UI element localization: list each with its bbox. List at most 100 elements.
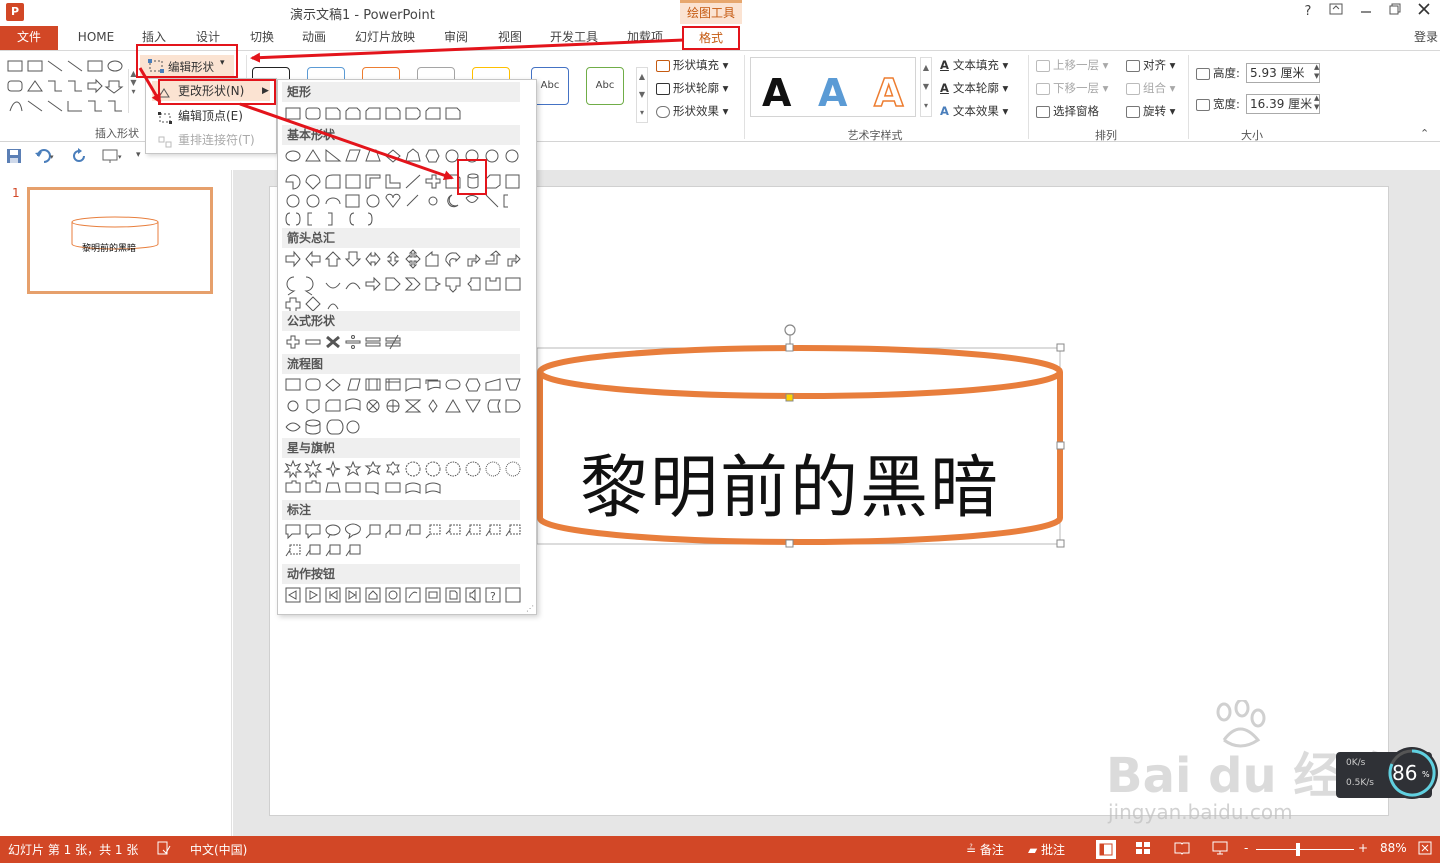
svg-text:?: ? xyxy=(490,590,496,603)
notes-label: 备注 xyxy=(979,843,1004,857)
upload-speed: 0K/s xyxy=(1346,758,1366,768)
shape-styles-more-icon[interactable]: ▲ ▼ ▾ xyxy=(636,67,648,123)
wordart-more-icon[interactable]: ▲ ▼ ▾ xyxy=(920,57,932,117)
text-effects-button[interactable]: A 文本效果 ▾ xyxy=(940,103,1008,119)
text-fill-button[interactable]: A 文本填充 ▾ xyxy=(940,57,1008,73)
group-icon xyxy=(1126,82,1140,95)
tab-animations[interactable]: 动画 xyxy=(292,26,336,50)
slideshow-start-icon[interactable]: ▾ xyxy=(102,148,124,167)
shape-row-brackets[interactable] xyxy=(282,209,402,229)
slide-sorter-icon[interactable] xyxy=(1136,841,1150,858)
shape-grid-arrows[interactable] xyxy=(282,249,522,313)
tab-file[interactable]: 文件 xyxy=(0,26,58,50)
spell-check-icon[interactable] xyxy=(157,841,171,858)
usage-percent-unit: % xyxy=(1422,770,1430,779)
send-backward-button[interactable]: 下移一层 ▾ xyxy=(1036,80,1108,96)
zoom-slider-track[interactable] xyxy=(1256,849,1354,850)
collapse-ribbon-icon[interactable]: ⌃ xyxy=(1420,127,1429,140)
shape-grid-stars[interactable] xyxy=(282,459,522,499)
send-backward-icon xyxy=(1036,82,1050,95)
restore-icon[interactable] xyxy=(1381,2,1409,22)
text-outline-button[interactable]: A 文本轮廓 ▾ xyxy=(940,80,1008,96)
shape-row-action-buttons[interactable]: ? xyxy=(282,585,522,605)
shape-fill-button[interactable]: 形状填充 ▾ xyxy=(656,57,728,73)
selection-pane-label: 选择窗格 xyxy=(1053,104,1099,118)
tab-slideshow[interactable]: 幻灯片放映 xyxy=(346,26,424,50)
notes-icon: ≟ xyxy=(966,843,980,857)
group-separator xyxy=(1028,55,1029,139)
change-shape-gallery: 矩形 基本形状 箭头总汇 公式形状 流程图 星与旗帜 标注 动作按钮 ? ⋰ xyxy=(277,79,537,615)
help-button[interactable]: ? xyxy=(1294,2,1322,22)
zoom-out-button[interactable]: - xyxy=(1244,841,1248,855)
text-fill-icon: A xyxy=(940,58,949,72)
shape-grid-callouts[interactable] xyxy=(282,521,522,561)
rotate-label: 旋转 xyxy=(1143,104,1166,118)
slide-thumbnail[interactable]: 黎明前的黑暗 xyxy=(27,187,213,294)
undo-icon[interactable]: ▾ xyxy=(34,148,56,167)
tab-transitions[interactable]: 切换 xyxy=(240,26,284,50)
comments-label: 批注 xyxy=(1041,843,1066,857)
height-spinner-icon[interactable]: ▲ ▼ xyxy=(1314,63,1319,81)
tab-view[interactable]: 视图 xyxy=(488,26,532,50)
shape-grid-flowchart[interactable] xyxy=(282,375,522,437)
powerpoint-logo-icon: P xyxy=(6,3,24,21)
rotate-button[interactable]: 旋转 ▾ xyxy=(1126,103,1175,119)
height-input[interactable]: 5.93 厘米 xyxy=(1246,63,1320,83)
powerpoint-window: P 演示文稿1 - PowerPoint 绘图工具 ? 文件 HOME 插入 设… xyxy=(0,0,1440,863)
group-button[interactable]: 组合 ▾ xyxy=(1126,80,1175,96)
memory-usage-ring[interactable]: 86 % xyxy=(1384,742,1440,804)
height-label: 高度: xyxy=(1196,65,1240,81)
category-equation-shapes: 公式形状 xyxy=(282,311,520,331)
save-icon[interactable] xyxy=(6,148,22,167)
slide-text[interactable]: 黎明前的黑暗 xyxy=(580,432,1000,531)
wordart-style-orange[interactable]: A xyxy=(873,70,904,116)
normal-view-button[interactable] xyxy=(1096,840,1116,859)
zoom-level[interactable]: 88% xyxy=(1380,841,1407,855)
tab-home[interactable]: HOME xyxy=(70,26,122,50)
edit-points-menu-item[interactable]: 编辑顶点(E) xyxy=(152,106,270,126)
category-flowchart: 流程图 xyxy=(282,354,520,374)
annotation-box-change-shape xyxy=(158,79,276,105)
resize-grip-icon[interactable]: ⋰ xyxy=(526,604,534,613)
tab-developer[interactable]: 开发工具 xyxy=(542,26,606,50)
shape-outline-button[interactable]: 形状轮廓 ▾ xyxy=(656,80,728,96)
wordart-style-blue[interactable]: A xyxy=(818,71,847,115)
paint-bucket-icon xyxy=(656,59,670,72)
redo-icon[interactable] xyxy=(72,148,88,167)
login-link[interactable]: 登录 xyxy=(1414,26,1438,48)
shape-row-rectangles[interactable] xyxy=(282,104,522,124)
shape-style-abc-green[interactable]: Abc xyxy=(586,67,624,105)
slideshow-view-icon[interactable] xyxy=(1212,841,1228,858)
fit-to-window-icon[interactable] xyxy=(1418,841,1432,858)
text-effects-icon: A xyxy=(940,104,949,118)
notes-button[interactable]: ≟ 备注 xyxy=(966,841,1004,858)
reroute-icon xyxy=(158,134,172,154)
reroute-connectors-menu-item[interactable]: 重排连接符(T) xyxy=(152,130,270,150)
language-status[interactable]: 中文(中国) xyxy=(190,841,247,858)
width-spinner-icon[interactable]: ▲ ▼ xyxy=(1314,94,1319,112)
rotate-icon xyxy=(1126,105,1140,118)
selection-pane-button[interactable]: 选择窗格 xyxy=(1036,103,1099,119)
minimize-icon[interactable] xyxy=(1352,2,1380,22)
wordart-style-black[interactable]: A xyxy=(762,71,791,115)
tab-addins[interactable]: 加载项 xyxy=(618,26,672,50)
zoom-in-button[interactable]: + xyxy=(1358,841,1368,855)
shape-row-equation[interactable] xyxy=(282,332,522,352)
width-input[interactable]: 16.39 厘米 xyxy=(1246,94,1320,114)
zoom-slider-thumb[interactable] xyxy=(1296,843,1300,856)
tab-review[interactable]: 审阅 xyxy=(434,26,478,50)
reading-view-icon[interactable] xyxy=(1174,841,1190,858)
ribbon-display-icon[interactable] xyxy=(1322,2,1350,22)
send-backward-label: 下移一层 xyxy=(1053,81,1099,95)
bring-forward-button[interactable]: 上移一层 ▾ xyxy=(1036,57,1108,73)
close-icon[interactable] xyxy=(1410,2,1438,22)
group-label: 组合 xyxy=(1143,81,1166,95)
shape-effects-button[interactable]: 形状效果 ▾ xyxy=(656,103,728,119)
customize-qat-icon[interactable]: ▾ xyxy=(136,150,141,160)
category-rectangles: 矩形 xyxy=(282,82,520,102)
wordart-group-label: 艺术字样式 xyxy=(847,129,903,142)
height-icon xyxy=(1196,67,1210,80)
align-button[interactable]: 对齐 ▾ xyxy=(1126,57,1175,73)
comments-button[interactable]: ▰ 批注 xyxy=(1028,841,1065,858)
insert-shapes-gallery[interactable] xyxy=(6,57,130,117)
